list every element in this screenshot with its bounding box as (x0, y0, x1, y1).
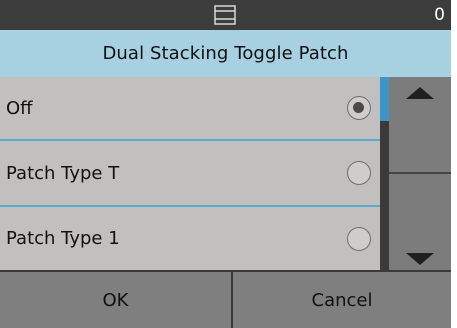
title-bar: Dual Stacking Toggle Patch (0, 30, 451, 77)
list-item-patch-type-t[interactable]: Patch Type T (0, 141, 380, 207)
list-item-patch-type-1[interactable]: Patch Type 1 (0, 207, 380, 270)
scroll-down-button[interactable] (389, 174, 451, 270)
cancel-button[interactable]: Cancel (233, 270, 451, 328)
radio-dot (353, 102, 364, 113)
ok-button[interactable]: OK (0, 270, 233, 328)
document-tray-icon (214, 5, 236, 25)
arrow-up-icon (406, 87, 434, 99)
page-title: Dual Stacking Toggle Patch (102, 43, 349, 64)
arrow-down-icon (406, 253, 434, 265)
screen: 0 Dual Stacking Toggle Patch Off Patch T… (0, 0, 457, 328)
status-bar: 0 (0, 0, 451, 30)
list-item-off[interactable]: Off (0, 77, 380, 141)
list-item-label: Off (6, 97, 33, 119)
list-item-label: Patch Type T (6, 162, 120, 184)
scroll-up-button[interactable] (389, 77, 451, 174)
screen-edge (451, 0, 457, 328)
radio-selected-icon[interactable] (347, 96, 371, 120)
scrollbar[interactable] (380, 77, 389, 270)
status-count: 0 (434, 5, 445, 25)
radio-unselected-icon[interactable] (347, 226, 371, 251)
scrollbar-thumb[interactable] (380, 77, 389, 121)
radio-unselected-icon[interactable] (347, 161, 371, 185)
option-list: Off Patch Type T Patch Type 1 (0, 77, 380, 270)
list-item-label: Patch Type 1 (6, 228, 120, 249)
